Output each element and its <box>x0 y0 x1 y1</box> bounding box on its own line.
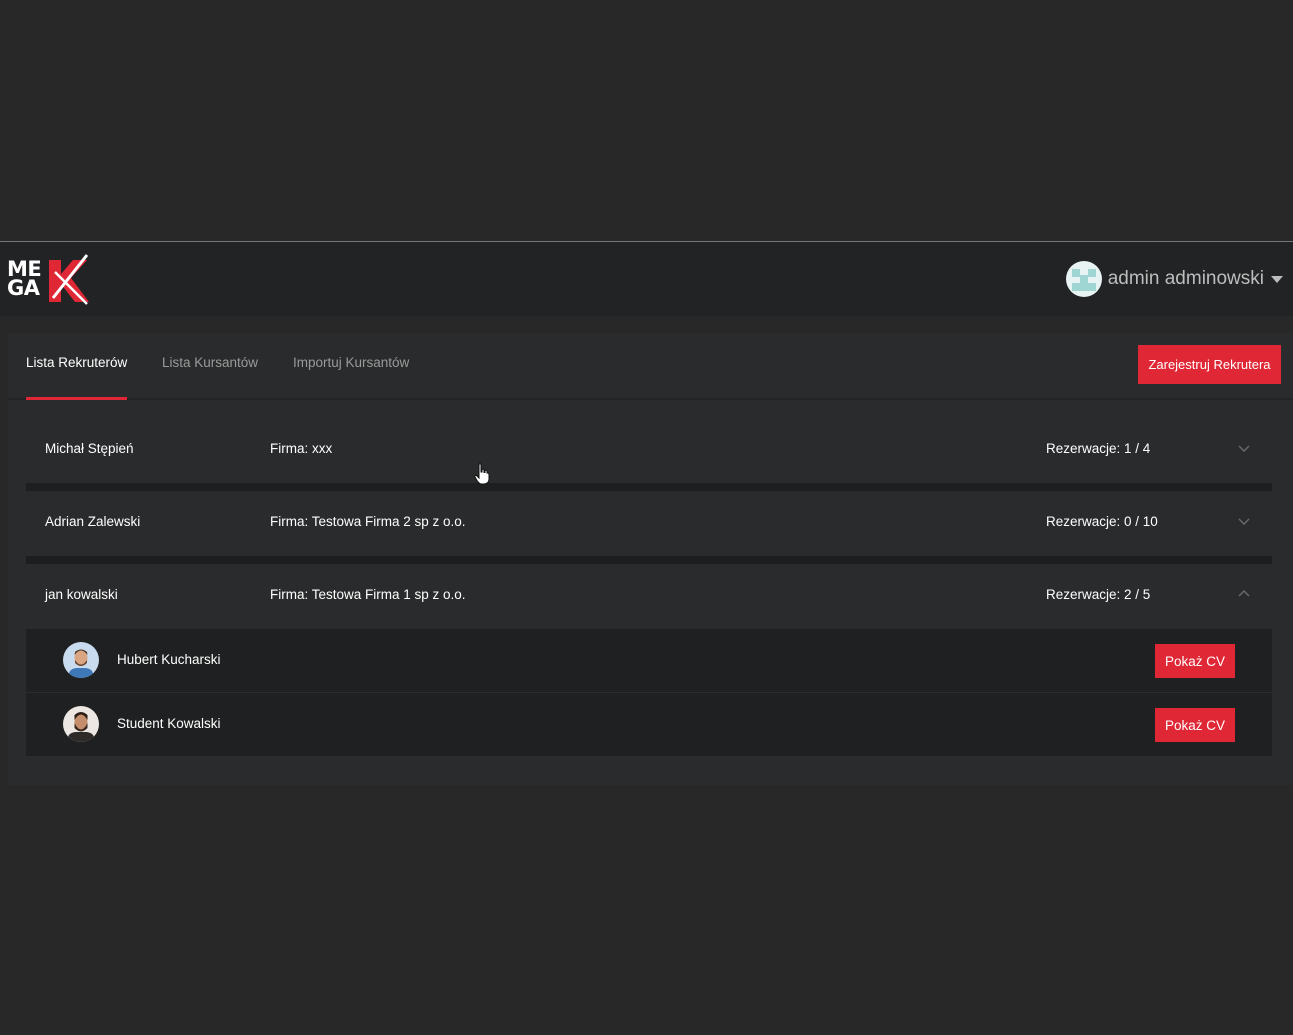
hand-pointer-cursor-icon <box>474 463 490 485</box>
recruiter-reservations: Rezerwacje: 1 / 4 <box>1046 441 1151 456</box>
register-recruiter-button[interactable]: Zarejestruj Rekrutera <box>1138 345 1281 384</box>
empty-top-area <box>0 0 1293 241</box>
student-avatar <box>63 642 99 678</box>
tab-students-list[interactable]: Lista Kursantów <box>162 333 258 398</box>
user-avatar <box>1065 261 1102 297</box>
recruiter-list: Michał Stępień Firma: xxx Rezerwacje: 1 … <box>26 418 1272 767</box>
chevron-down-icon[interactable] <box>1238 442 1250 454</box>
tab-bar: Lista Rekruterów Lista Kursantów Importu… <box>8 333 1293 400</box>
megak-logo[interactable]: ME GA <box>7 254 91 306</box>
student-name: Student Kowalski <box>117 716 221 731</box>
recruiter-row[interactable]: Michał Stępień Firma: xxx Rezerwacje: 1 … <box>26 418 1272 491</box>
tab-recruiters-list[interactable]: Lista Rekruterów <box>26 333 128 400</box>
recruiter-reservations: Rezerwacje: 0 / 10 <box>1046 514 1158 529</box>
student-avatar <box>63 706 99 742</box>
show-cv-button[interactable]: Pokaż CV <box>1155 708 1235 742</box>
list-item: Student Kowalski Pokaż CV <box>26 693 1272 757</box>
recruiter-row-expanded[interactable]: jan kowalski Firma: Testowa Firma 1 sp z… <box>26 564 1272 629</box>
recruiter-firm: Firma: xxx <box>270 441 333 456</box>
list-footer <box>26 757 1272 767</box>
user-menu[interactable]: admin adminowski <box>1065 260 1283 298</box>
recruiter-reservations: Rezerwacje: 2 / 5 <box>1046 587 1151 602</box>
top-navbar: ME GA admin adminowski <box>0 241 1293 316</box>
list-item: Hubert Kucharski Pokaż CV <box>26 629 1272 693</box>
chevron-down-icon[interactable] <box>1238 515 1250 527</box>
reserved-students-list: Hubert Kucharski Pokaż CV Student Kowals… <box>26 629 1272 757</box>
show-cv-button[interactable]: Pokaż CV <box>1155 644 1235 678</box>
user-name: admin adminowski <box>1107 268 1264 289</box>
tab-import-students[interactable]: Importuj Kursantów <box>293 333 409 398</box>
caret-down-icon[interactable] <box>1271 275 1283 283</box>
main-panel: Lista Rekruterów Lista Kursantów Importu… <box>8 333 1293 785</box>
chevron-up-icon[interactable] <box>1238 588 1250 600</box>
recruiter-name: Adrian Zalewski <box>45 514 141 529</box>
recruiter-firm: Firma: Testowa Firma 2 sp z o.o. <box>270 514 466 529</box>
recruiter-name: jan kowalski <box>45 587 118 602</box>
logo-k-mark-icon <box>49 254 89 305</box>
logo-text-line2: GA <box>7 276 40 300</box>
recruiter-row[interactable]: Adrian Zalewski Firma: Testowa Firma 2 s… <box>26 491 1272 564</box>
recruiter-name: Michał Stępień <box>45 441 134 456</box>
student-name: Hubert Kucharski <box>117 652 221 667</box>
recruiter-firm: Firma: Testowa Firma 1 sp z o.o. <box>270 587 466 602</box>
